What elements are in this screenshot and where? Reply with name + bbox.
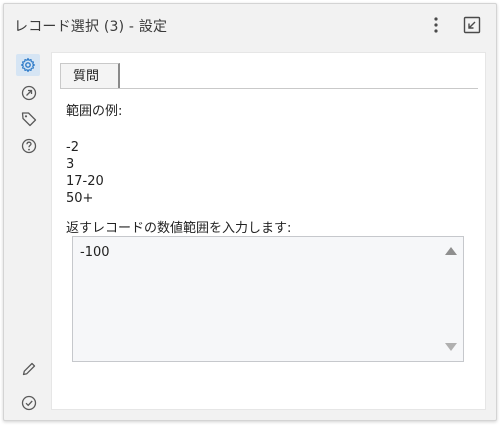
- sidebar-item-help[interactable]: [20, 137, 38, 155]
- tab-question[interactable]: 質問: [60, 63, 120, 89]
- tag-icon: [21, 112, 37, 127]
- scroll-down-arrow-icon[interactable]: [445, 343, 457, 351]
- sidebar-item-tags[interactable]: [20, 110, 38, 128]
- example-item: 3: [66, 157, 75, 172]
- arrow-circle-icon: [21, 85, 37, 101]
- undock-button[interactable]: [462, 15, 482, 35]
- example-item: -2: [66, 140, 79, 155]
- sidebar-item-configuration[interactable]: [16, 54, 40, 76]
- help-circle-icon: [21, 138, 37, 154]
- gear-icon: [20, 57, 36, 73]
- content-panel: 質問 範囲の例: -2 3 17-20 50+ 返すレコードの数値範囲を入力しま…: [51, 52, 486, 410]
- examples-heading: 範囲の例:: [66, 104, 123, 119]
- scroll-up-arrow-icon[interactable]: [445, 247, 457, 255]
- title-bar: レコード選択 (3) - 設定: [4, 4, 496, 42]
- tab-divider: [60, 88, 478, 89]
- sidebar-item-annotation[interactable]: [20, 84, 38, 102]
- range-input-field[interactable]: -100: [72, 236, 464, 362]
- configuration-window: レコード選択 (3) - 設定 質問 範囲の例: -2 3 17-20 50+ …: [3, 3, 497, 421]
- sidebar-item-edit[interactable]: [20, 360, 38, 378]
- undock-window-icon: [463, 16, 481, 34]
- sidebar: [4, 48, 44, 420]
- pencil-icon: [22, 362, 36, 376]
- range-input-value[interactable]: -100: [80, 245, 110, 260]
- sidebar-item-validate[interactable]: [20, 394, 38, 412]
- example-item: 50+: [66, 191, 94, 206]
- example-item: 17-20: [66, 174, 104, 189]
- kebab-vertical-icon: [434, 17, 438, 33]
- more-options-button[interactable]: [431, 16, 441, 34]
- window-title: レコード選択 (3) - 設定: [14, 19, 168, 35]
- range-prompt-label: 返すレコードの数値範囲を入力します:: [66, 221, 292, 236]
- check-circle-icon: [21, 395, 37, 411]
